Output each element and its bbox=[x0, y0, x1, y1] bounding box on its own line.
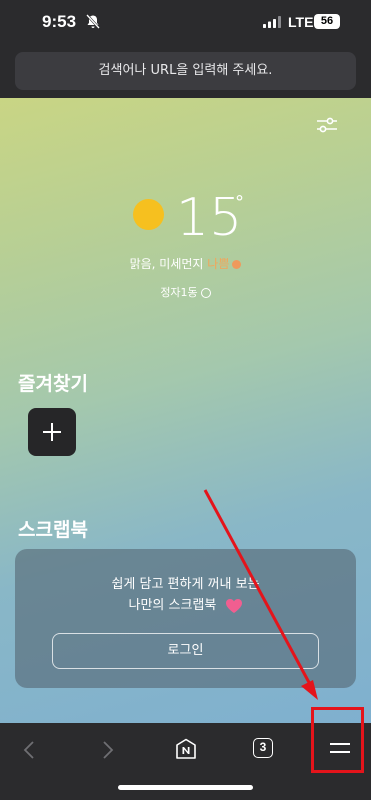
dust-level: 나쁨 bbox=[207, 257, 230, 271]
menu-highlight-box bbox=[311, 707, 364, 773]
condition-text: 맑음, 미세먼지 bbox=[129, 257, 204, 271]
network-type: LTE bbox=[288, 14, 314, 30]
bell-off-icon bbox=[86, 14, 100, 29]
scrapbook-title: 스크랩북 bbox=[18, 519, 88, 541]
temperature[interactable]: 15 bbox=[176, 188, 242, 248]
location[interactable]: 정자1동 bbox=[0, 284, 371, 300]
back-icon[interactable] bbox=[21, 740, 37, 760]
forward-icon[interactable] bbox=[100, 740, 116, 760]
scrapbook-message-line2: 나만의 스크랩북 bbox=[15, 594, 356, 614]
battery-icon: 56 bbox=[314, 14, 340, 29]
home-content: 15 ° 맑음, 미세먼지 나쁨 정자1동 즐겨찾기 스크랩북 쉽게 담고 편하… bbox=[0, 98, 371, 723]
status-time: 9:53 bbox=[42, 12, 77, 31]
status-bar: 9:53 LTE 56 bbox=[0, 0, 371, 44]
weather-condition[interactable]: 맑음, 미세먼지 나쁨 bbox=[0, 255, 371, 272]
scrapbook-card: 쉽게 담고 편하게 꺼내 보는 나만의 스크랩북 로그인 bbox=[15, 549, 356, 688]
settings-sliders-icon[interactable] bbox=[316, 116, 338, 134]
favorites-title: 즐겨찾기 bbox=[18, 373, 88, 395]
degree-symbol: ° bbox=[235, 192, 244, 213]
login-button[interactable]: 로그인 bbox=[52, 633, 319, 669]
address-bar-container: 검색어나 URL을 입력해 주세요. bbox=[0, 44, 371, 98]
location-name: 정자1동 bbox=[160, 286, 198, 299]
signal-icon bbox=[263, 16, 281, 28]
heart-icon bbox=[225, 598, 242, 613]
add-favorite-button[interactable] bbox=[28, 408, 76, 456]
naver-home-icon[interactable] bbox=[175, 738, 197, 760]
search-input[interactable]: 검색어나 URL을 입력해 주세요. bbox=[15, 52, 356, 90]
tabs-button[interactable]: 3 bbox=[253, 738, 273, 758]
dust-indicator-icon bbox=[232, 260, 242, 269]
home-indicator bbox=[118, 785, 253, 790]
location-target-icon bbox=[200, 288, 211, 298]
sun-icon bbox=[133, 199, 164, 230]
scrapbook-message-text: 나만의 스크랩북 bbox=[128, 598, 217, 613]
scrapbook-message-line1: 쉽게 담고 편하게 꺼내 보는 bbox=[111, 577, 260, 592]
